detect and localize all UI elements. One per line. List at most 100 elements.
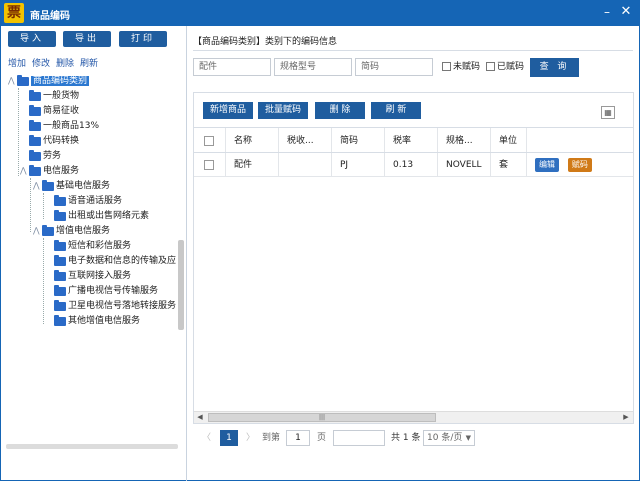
folder-icon (29, 135, 41, 146)
edit-button[interactable]: 编辑 (535, 157, 559, 172)
panel-splitter[interactable] (178, 240, 184, 330)
minimize-button[interactable]: – (601, 5, 613, 19)
scroll-thumb[interactable]: ||| (208, 413, 436, 422)
tree-label: 增值电信服务 (56, 226, 111, 236)
folder-icon (29, 165, 41, 176)
tree-item[interactable]: 一般商品13% (29, 119, 99, 133)
collapse-icon[interactable]: ⋀ (33, 179, 42, 193)
query-button[interactable]: 查 询 (530, 58, 579, 77)
refresh-button[interactable]: 刷 新 (371, 102, 421, 119)
checkbox-icon (204, 135, 214, 146)
tree-item[interactable]: 一般货物 (29, 89, 79, 103)
column-header[interactable]: 简码 (332, 128, 385, 152)
tree-label: 短信和彩信服务 (68, 241, 132, 251)
checkbox-icon (442, 62, 451, 71)
chevron-down-icon: ▼ (465, 434, 471, 442)
tree-item[interactable]: 出租或出售网络元素 (54, 209, 149, 223)
tree-label: 代码转换 (43, 136, 80, 146)
column-header[interactable]: 税收... (279, 128, 332, 152)
pagination: 〈 1 〉 到第 1 页 共 1 条 10 条/页 ▼ (194, 428, 633, 448)
tree-item[interactable]: 广播电视信号传输服务 (54, 284, 158, 298)
scroll-left-icon[interactable]: ◀ (194, 412, 206, 423)
window-title: 商品编码 (30, 11, 70, 22)
tree-label: 一般货物 (43, 91, 80, 101)
current-page[interactable]: 1 (220, 430, 238, 446)
tree-item[interactable]: 电子数据和信息的传输及应 (54, 254, 178, 268)
folder-icon (54, 315, 66, 326)
tree-item[interactable]: 卫星电视信号落地转接服务 (54, 299, 178, 313)
edit-link[interactable]: 修改 (32, 59, 50, 69)
folder-icon (54, 285, 66, 296)
add-product-button[interactable]: 新增商品 (203, 102, 253, 119)
cell-unit: 套 (491, 153, 527, 176)
tree-item[interactable]: 劳务 (29, 149, 61, 163)
next-page-icon[interactable]: 〉 (246, 428, 255, 448)
column-header[interactable]: 单位 (491, 128, 527, 152)
tree-item[interactable]: 简易征收 (29, 104, 79, 118)
grid-horizontal-scrollbar[interactable]: ◀ ||| ▶ (194, 411, 633, 423)
tree-label: 其他增值电信服务 (68, 316, 141, 326)
folder-icon (29, 150, 41, 161)
scroll-right-icon[interactable]: ▶ (620, 412, 632, 423)
tree-label: 劳务 (43, 151, 62, 161)
column-header[interactable]: 规格... (438, 128, 491, 152)
tree-item[interactable]: ⋀ 增值电信服务 (33, 224, 110, 238)
batch-assign-button[interactable]: 批量赋码 (258, 102, 308, 119)
checkbox-icon (204, 159, 214, 170)
cell-tax-code (279, 153, 332, 176)
select-all-checkbox[interactable] (194, 128, 226, 152)
model-input[interactable]: 规格型号 (274, 58, 352, 76)
tree-item[interactable]: 互联网接入服务 (54, 269, 131, 283)
tree-item[interactable]: 短信和彩信服务 (54, 239, 131, 253)
checkbox-icon (486, 62, 495, 71)
print-button[interactable]: 打印 (119, 31, 167, 47)
collapse-icon[interactable]: ⋀ (20, 164, 29, 178)
tree-item[interactable]: ⋀ 电信服务 (20, 164, 79, 178)
column-header[interactable]: 名称 (226, 128, 279, 152)
refresh-link[interactable]: 刷新 (80, 59, 98, 69)
collapse-icon[interactable]: ⋀ (33, 224, 42, 238)
folder-icon (54, 210, 66, 221)
folder-icon (29, 120, 41, 131)
tree-item[interactable]: ⋀ 基础电信服务 (33, 179, 110, 193)
tree-label: 语音通话服务 (68, 196, 123, 206)
cell-name: 配件 (226, 153, 279, 176)
tree-actions: 增加 修改 删除 刷新 (8, 56, 104, 69)
divider (193, 50, 633, 51)
assign-code-button[interactable]: 赋码 (567, 157, 592, 172)
folder-icon (42, 225, 54, 236)
delete-button[interactable]: 删 除 (315, 102, 365, 119)
page-size-value: 10 条/页 (427, 433, 463, 443)
code-input[interactable]: 简码 (355, 58, 433, 76)
checkbox-label: 已赋码 (497, 62, 525, 72)
goto-label: 到第 (262, 433, 281, 443)
row-checkbox[interactable] (194, 153, 226, 176)
prev-page-icon[interactable]: 〈 (202, 428, 211, 448)
tree-label: 简易征收 (43, 106, 80, 116)
assigned-checkbox[interactable]: 已赋码 (486, 62, 524, 72)
tree-item[interactable]: 其他增值电信服务 (54, 314, 140, 328)
unassigned-checkbox[interactable]: 未赋码 (442, 62, 480, 72)
export-button[interactable]: 导出 (63, 31, 111, 47)
add-link[interactable]: 增加 (8, 59, 26, 69)
name-input[interactable]: 配件 (193, 58, 271, 76)
tree-label: 卫星电视信号落地转接服务 (68, 301, 177, 311)
folder-icon (17, 75, 29, 86)
column-header[interactable]: 税率 (385, 128, 438, 152)
delete-link[interactable]: 删除 (56, 59, 74, 69)
tree-root[interactable]: ⋀ 商品编码类别 (8, 74, 90, 88)
columns-icon[interactable]: ▦ (601, 106, 615, 119)
page-blank-input[interactable] (333, 430, 385, 446)
collapse-icon[interactable]: ⋀ (8, 74, 17, 88)
close-button[interactable]: ✕ (619, 5, 633, 19)
page-size-select[interactable]: 10 条/页 ▼ (423, 430, 475, 446)
import-button[interactable]: 导入 (8, 31, 56, 47)
tree-item[interactable]: 语音通话服务 (54, 194, 122, 208)
table-row[interactable]: 配件 PJ 0.13 NOVELL 套 编辑 赋码 (194, 153, 633, 177)
goto-page-input[interactable]: 1 (286, 430, 310, 446)
tree-horizontal-scrollbar[interactable] (6, 444, 178, 449)
tree-label: 基础电信服务 (56, 181, 111, 191)
cell-rate: 0.13 (385, 153, 438, 176)
cell-spec: NOVELL (438, 153, 491, 176)
tree-item[interactable]: 代码转换 (29, 134, 79, 148)
